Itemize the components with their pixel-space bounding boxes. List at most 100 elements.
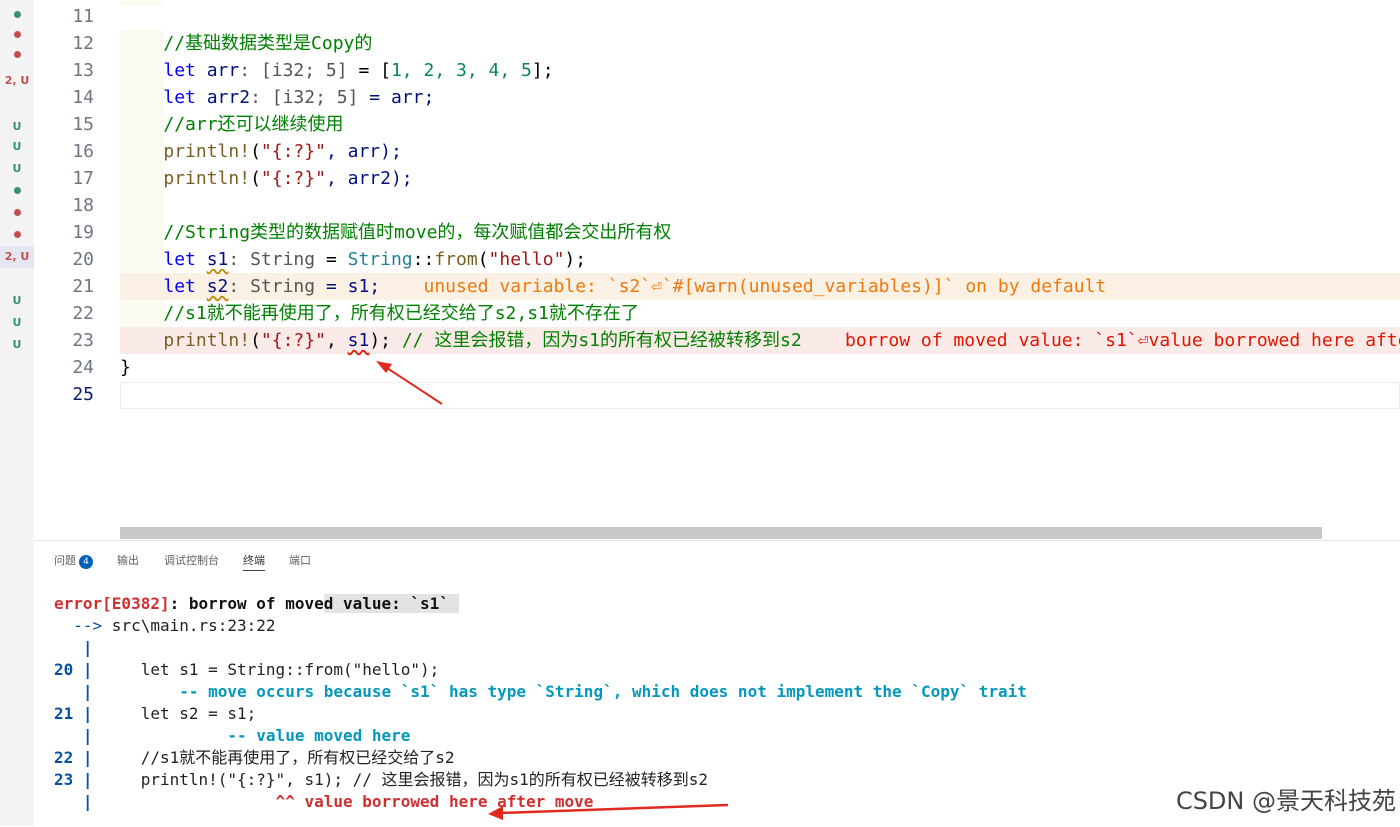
terminal-row: 20 | let s1 = String::from("hello"); — [54, 659, 439, 681]
code-text: = — [315, 249, 348, 270]
terminal-line-number: 20 — [54, 660, 74, 679]
error-message: : borrow of move — [169, 594, 324, 613]
git-status-dot — [0, 224, 34, 246]
terminal-row: | -- move occurs because `s1` has type `… — [54, 681, 1027, 703]
string-literal: "{:?}" — [260, 141, 326, 162]
terminal-row: | — [54, 637, 93, 659]
line-number: 14 — [72, 87, 94, 108]
comment: //arr还可以继续使用 — [163, 114, 344, 135]
status-dot-icon — [13, 231, 21, 238]
line-number: 11 — [72, 6, 94, 27]
code-text: ( — [250, 330, 261, 351]
number-literals: 1, 2, 3, 4, 5 — [390, 60, 532, 81]
terminal-row: 23 | println!("{:?}", s1); // 这里会报错，因为s1… — [54, 769, 708, 791]
code-text: ]; — [531, 60, 554, 81]
git-status-label: U — [12, 338, 22, 351]
line-number: 18 — [72, 195, 94, 216]
error-variable: s1 — [347, 330, 370, 351]
line-number: 24 — [72, 357, 94, 378]
terminal-note: -- value moved here — [92, 726, 411, 745]
tab-ports[interactable]: 端口 — [289, 552, 311, 568]
terminal-gutter-bar: | — [73, 748, 93, 767]
watermark: CSDN @景天科技苑 — [1175, 781, 1396, 816]
git-status-label: U — [12, 316, 22, 329]
status-dot-icon — [13, 51, 21, 58]
terminal-error-note: ^^ value borrowed here after move — [92, 792, 594, 811]
comment: //基础数据类型是Copy的 — [163, 33, 373, 54]
terminal-row: 21 | let s2 = s1; — [54, 703, 256, 725]
variable: s1 — [206, 249, 229, 270]
terminal-line-number: 21 — [54, 704, 74, 723]
terminal-row: | -- value moved here — [54, 725, 411, 747]
inline-error-message[interactable]: borrow of moved value: `s1`⏎value borrow… — [845, 330, 1400, 351]
code-line-22[interactable]: //s1就不能再使用了，所有权已经交给了s2,s1就不存在了 — [120, 300, 639, 327]
code-line-23[interactable]: println!("{:?}", s1); // 这里会报错，因为s1的所有权已… — [120, 327, 1400, 354]
terminal-code: let s2 = s1; — [92, 704, 257, 723]
tab-debug-console[interactable]: 调试控制台 — [164, 552, 219, 568]
git-status-dot — [0, 4, 34, 26]
terminal-line-number: 22 — [54, 748, 74, 767]
macro-name: println! — [163, 330, 251, 351]
terminal-row: | ^^ value borrowed here after move — [54, 791, 594, 813]
code-editor[interactable]: 11 12 13 14 15 16 17 18 19 20 21 22 23 24 25 //基础数据类型是… — [34, 0, 1400, 540]
status-dot-icon — [13, 11, 21, 18]
code-line-17[interactable]: println!("{:?}", arr2); — [120, 165, 413, 192]
code-text: ); — [369, 330, 402, 351]
git-status-dot — [0, 202, 34, 224]
tab-terminal[interactable]: 终端 — [243, 552, 265, 571]
code-line-20[interactable]: let s1: String = String::from("hello"); — [120, 246, 586, 273]
line-number: 17 — [72, 168, 94, 189]
line-number: 13 — [72, 60, 94, 81]
macro-name: println! — [163, 141, 251, 162]
line-number: 19 — [72, 222, 94, 243]
string-literal: "{:?}" — [260, 168, 326, 189]
code-line-16[interactable]: println!("{:?}", arr); — [120, 138, 402, 165]
terminal-code: let s1 = String::from("hello"); — [92, 660, 440, 679]
line-number: 12 — [72, 33, 94, 54]
line-number: 20 — [72, 249, 94, 270]
git-status-label: U — [12, 120, 22, 133]
terminal-gutter-bar: | — [54, 682, 93, 701]
status-dot-icon — [13, 31, 21, 38]
code-line-12[interactable]: //基础数据类型是Copy的 — [120, 30, 372, 57]
terminal-gutter-bar: | — [73, 704, 93, 723]
git-status-label: U — [12, 140, 22, 153]
line-number: 15 — [72, 114, 94, 135]
tab-label: 问题 — [54, 554, 76, 567]
code-text: , arr2); — [325, 168, 413, 189]
code-line-24[interactable]: } — [120, 354, 131, 381]
git-status-dot — [0, 24, 34, 46]
terminal-code: //s1就不能再使用了，所有权已经交给了s2 — [92, 748, 455, 767]
code-text: = [ — [347, 60, 391, 81]
code-line-19[interactable]: //String类型的数据赋值时move的，每次赋值都会交出所有权 — [120, 219, 671, 246]
code-text: = s1; — [315, 276, 381, 297]
code-text: = arr; — [358, 87, 435, 108]
type-hint: : String — [228, 276, 316, 297]
code-line-13[interactable]: let arr: [i32; 5] = [1, 2, 3, 4, 5]; — [120, 57, 554, 84]
explorer-status-strip: 2, U U U U 2, UUUU — [0, 0, 35, 826]
code-line-14[interactable]: let arr2: [i32; 5] = arr; — [120, 84, 434, 111]
code-text: , arr); — [325, 141, 402, 162]
macro-name: println! — [163, 168, 251, 189]
comment: //String类型的数据赋值时move的，每次赋值都会交出所有权 — [163, 222, 672, 243]
horizontal-scrollbar[interactable] — [120, 527, 1322, 539]
terminal-gutter-bar: | — [73, 770, 93, 789]
line-number: 22 — [72, 303, 94, 324]
code-line-15[interactable]: //arr还可以继续使用 — [120, 111, 344, 138]
function-name: from — [434, 249, 478, 270]
variable: s2 — [206, 276, 229, 297]
code-text: ); — [564, 249, 587, 270]
terminal-gutter-bar: | — [54, 638, 93, 657]
keyword: let — [163, 60, 196, 81]
line-number: 16 — [72, 141, 94, 162]
tab-output[interactable]: 输出 — [117, 552, 139, 568]
line-number: 21 — [72, 276, 94, 297]
tab-problems[interactable]: 问题 4 — [54, 552, 93, 569]
terminal-location: --> src\main.rs:23:22 — [54, 615, 275, 637]
comment: // 这里会报错，因为s1的所有权已经被转移到s2 — [401, 330, 802, 351]
code-line-21[interactable]: let s2: String = s1; unused variable: `s… — [120, 273, 1106, 300]
string-literal: "{:?}" — [260, 330, 326, 351]
indent-guide-band — [120, 0, 164, 6]
inline-warning-message[interactable]: unused variable: `s2`⏎`#[warn(unused_var… — [424, 276, 1107, 297]
code-text: ( — [250, 141, 261, 162]
